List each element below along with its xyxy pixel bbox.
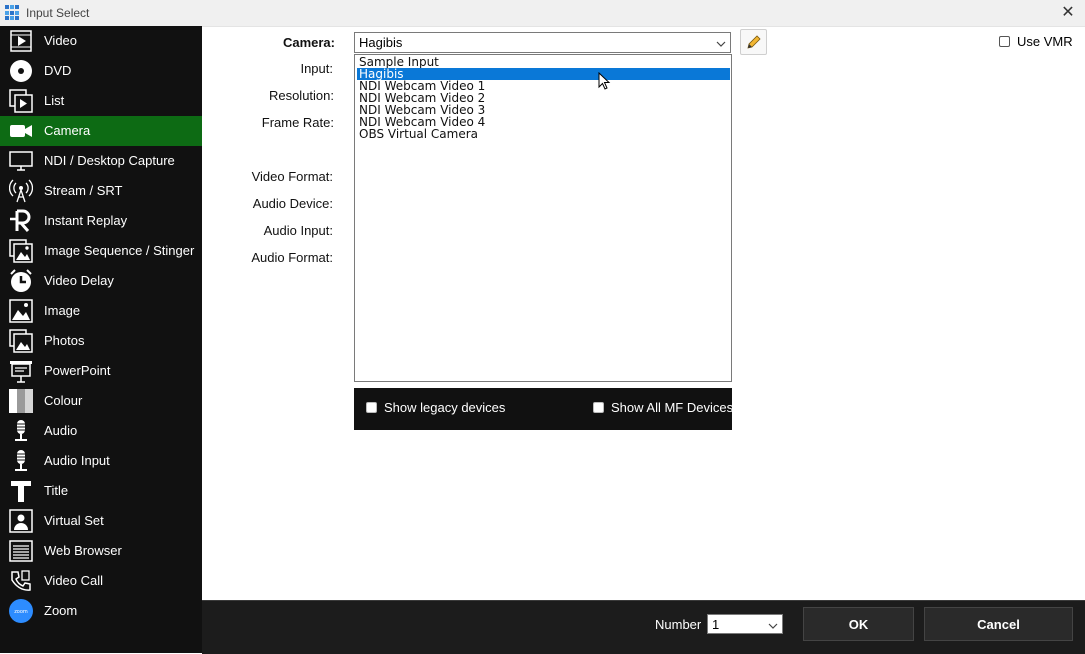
sidebar-item-label: Video	[44, 33, 78, 48]
sidebar-item-label: Stream / SRT	[44, 183, 123, 198]
audio-input-icon	[9, 449, 33, 473]
image-sequence-icon	[9, 239, 33, 263]
zoom-icon: zoom	[9, 599, 33, 623]
sidebar-item-label: Instant Replay	[44, 213, 128, 228]
sidebar-item-label: PowerPoint	[44, 363, 111, 378]
photos-icon	[9, 329, 33, 353]
list-item[interactable]: Sample Input	[357, 56, 730, 68]
sidebar-item-title[interactable]: Title	[0, 476, 202, 506]
sidebar-item-label: Title	[44, 483, 69, 498]
sidebar-item-label: DVD	[44, 63, 72, 78]
audio-format-label: Audio Format:	[251, 250, 333, 265]
sidebar-item-video-call[interactable]: Video Call	[0, 566, 202, 596]
projector-icon	[9, 359, 33, 383]
disc-icon	[9, 59, 33, 83]
camera-icon	[9, 119, 33, 143]
number-label: Number	[655, 617, 702, 632]
camera-options-list[interactable]: Sample Input Hagibis NDI Webcam Video 1 …	[354, 54, 732, 382]
camera-dropdown[interactable]: Hagibis	[354, 32, 731, 53]
show-legacy-devices-checkbox[interactable]	[366, 402, 377, 413]
replay-icon	[9, 209, 33, 233]
show-legacy-devices-label: Show legacy devices	[384, 400, 506, 415]
number-value: 1	[712, 617, 720, 632]
virtual-set-icon	[9, 509, 33, 533]
ok-button[interactable]: OK	[803, 607, 914, 641]
sidebar-item-web-browser[interactable]: Web Browser	[0, 536, 202, 566]
sidebar-item-photos[interactable]: Photos	[0, 326, 202, 356]
sidebar-item-powerpoint[interactable]: PowerPoint	[0, 356, 202, 386]
sidebar-item-label: Camera	[44, 123, 91, 138]
sidebar-item-label: Audio Input	[44, 453, 110, 468]
list-item[interactable]: OBS Virtual Camera	[357, 128, 730, 140]
audio-input-label: Audio Input:	[263, 223, 333, 238]
sidebar-item-label: Image	[44, 303, 81, 318]
app-icon	[5, 5, 21, 21]
image-icon	[9, 299, 33, 323]
show-all-mf-devices-label: Show All MF Devices	[611, 400, 734, 415]
pencil-icon	[746, 34, 762, 50]
cancel-button[interactable]: Cancel	[924, 607, 1073, 641]
sidebar-item-zoom[interactable]: zoom Zoom	[0, 596, 202, 626]
svg-text:zoom: zoom	[14, 609, 28, 615]
sidebar-item-label: NDI / Desktop Capture	[44, 153, 175, 168]
sidebar-item-label: Video Delay	[44, 273, 114, 288]
input-label: Input:	[300, 61, 333, 76]
video-file-icon	[9, 29, 33, 53]
broadcast-icon	[9, 179, 33, 203]
camera-label: Camera:	[282, 35, 335, 50]
mouse-cursor-icon	[598, 71, 612, 92]
close-icon[interactable]: ✕	[1059, 3, 1077, 21]
edit-camera-button[interactable]	[740, 29, 767, 55]
sidebar-item-colour[interactable]: Colour	[0, 386, 202, 416]
sidebar-item-label: Audio	[44, 423, 78, 438]
title-bar: Input Select ✕	[0, 0, 1085, 27]
clock-icon	[9, 269, 33, 293]
title-icon	[9, 479, 33, 503]
colour-icon	[9, 389, 33, 413]
camera-selected-value: Hagibis	[359, 35, 403, 50]
frame-rate-label: Frame Rate:	[261, 115, 334, 130]
sidebar-item-label: Web Browser	[44, 543, 122, 558]
sidebar-item-label: Colour	[44, 393, 83, 408]
use-vmr-label: Use VMR	[1017, 34, 1073, 49]
sidebar-item-label: List	[44, 93, 65, 108]
sidebar-item-label: Virtual Set	[44, 513, 104, 528]
number-dropdown[interactable]: 1	[707, 614, 783, 634]
list-icon	[9, 89, 33, 113]
sidebar-item-label: Video Call	[44, 573, 104, 588]
microphone-icon	[9, 419, 33, 443]
sidebar-item-label: Zoom	[44, 603, 78, 618]
web-browser-icon	[9, 539, 33, 563]
footer-bar: Number 1 OK Cancel	[202, 600, 1085, 654]
chevron-down-icon	[768, 619, 778, 629]
sidebar-item-audio[interactable]: Audio	[0, 416, 202, 446]
sidebar-item-virtual-set[interactable]: Virtual Set	[0, 506, 202, 536]
resolution-label: Resolution:	[268, 88, 334, 103]
sidebar-item-audio-input[interactable]: Audio Input	[0, 446, 202, 476]
use-vmr-checkbox[interactable]	[999, 36, 1010, 47]
audio-device-label: Audio Device:	[252, 196, 333, 211]
sidebar-item-image[interactable]: Image	[0, 296, 202, 326]
monitor-icon	[9, 149, 33, 173]
sidebar-item-video-delay[interactable]: Video Delay	[0, 266, 202, 296]
video-call-icon	[9, 569, 33, 593]
show-all-mf-devices-checkbox[interactable]	[593, 402, 604, 413]
sidebar-item-label: Photos	[44, 333, 85, 348]
chevron-down-icon	[716, 37, 726, 47]
video-format-label: Video Format:	[251, 169, 333, 184]
device-options-panel: Show legacy devices Show All MF Devices	[354, 388, 734, 430]
window-title: Input Select	[26, 6, 90, 20]
